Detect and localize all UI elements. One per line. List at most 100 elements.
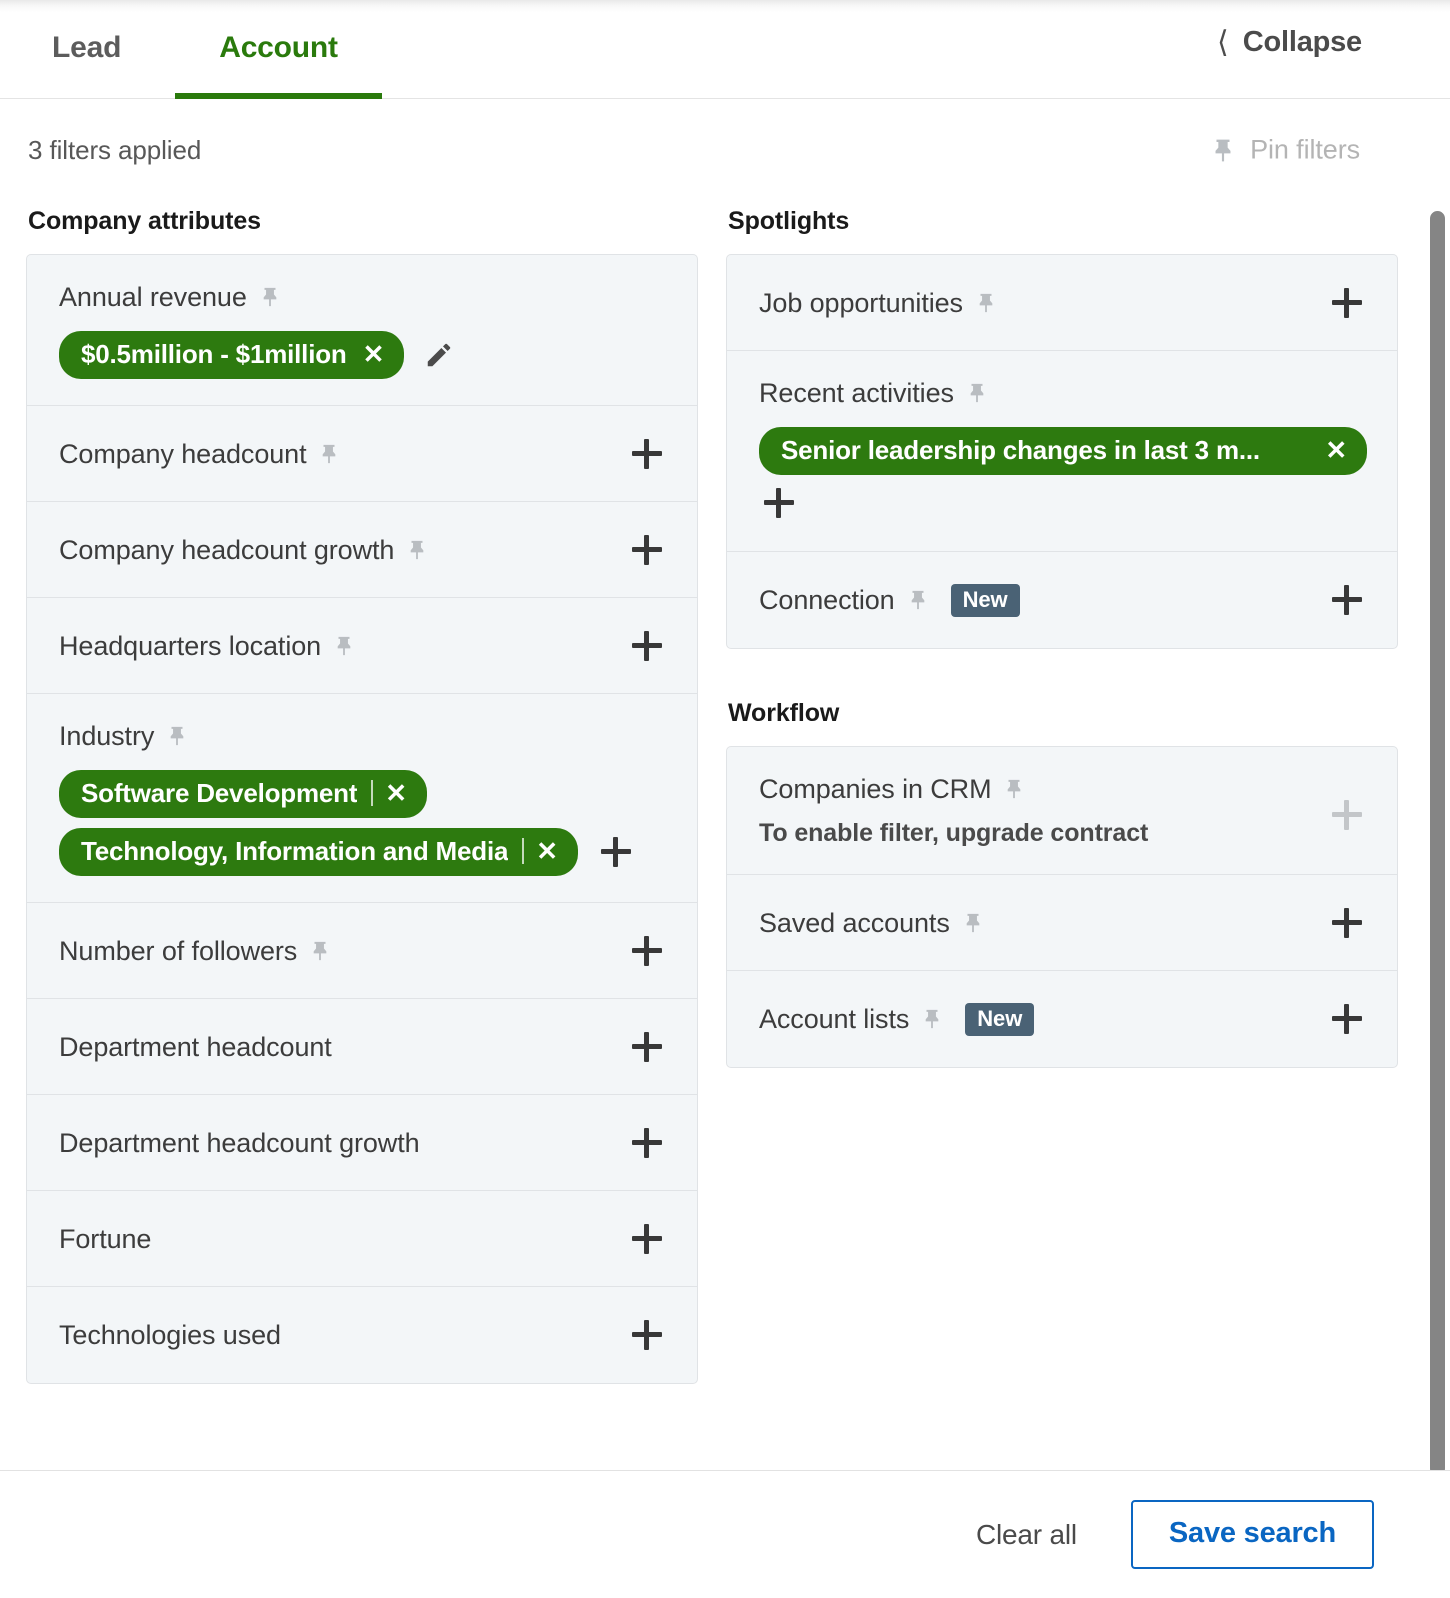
tab-lead[interactable]: Lead bbox=[52, 22, 121, 68]
filter-label-department-headcount: Department headcount bbox=[59, 1031, 332, 1062]
pin-icon bbox=[410, 540, 424, 559]
add-company-headcount-button[interactable] bbox=[625, 432, 669, 476]
companies-in-crm-upgrade-note: To enable filter, upgrade contract bbox=[759, 819, 1149, 847]
filter-label-number-of-followers: Number of followers bbox=[59, 935, 298, 966]
add-account-lists-button[interactable] bbox=[1325, 997, 1369, 1041]
company-attributes-column: Company attributes Annual revenue $0.5mi… bbox=[26, 201, 698, 1470]
filters-body: Company attributes Annual revenue $0.5mi… bbox=[0, 201, 1450, 1470]
filter-label-account-lists: Account lists bbox=[759, 1004, 910, 1034]
edit-annual-revenue-button[interactable] bbox=[418, 336, 460, 374]
pin-filters-button[interactable]: Pin filters bbox=[1210, 135, 1360, 166]
filter-row-department-headcount[interactable]: Department headcount bbox=[27, 999, 697, 1095]
save-search-button[interactable]: Save search bbox=[1130, 1500, 1374, 1569]
add-connection-button[interactable] bbox=[1325, 578, 1369, 622]
plus-icon bbox=[632, 1223, 662, 1254]
pin-icon bbox=[313, 941, 327, 960]
add-technologies-used-button[interactable] bbox=[625, 1313, 669, 1357]
pin-icon bbox=[1215, 139, 1231, 161]
add-department-headcount-button[interactable] bbox=[625, 1025, 669, 1069]
plus-icon bbox=[632, 534, 662, 565]
pill-label: Senior leadership changes in last 3 m... bbox=[781, 435, 1260, 465]
filter-label-connection: Connection bbox=[759, 585, 895, 615]
pin-icon bbox=[170, 726, 184, 746]
workflow-card: Companies in CRM To enable filter, upgra… bbox=[726, 746, 1398, 1068]
clear-all-button[interactable]: Clear all bbox=[958, 1511, 1095, 1559]
filter-row-technologies-used[interactable]: Technologies used bbox=[27, 1287, 697, 1383]
pill-industry-technology-information-media[interactable]: Technology, Information and Media ✕ bbox=[59, 828, 578, 876]
plus-icon bbox=[632, 438, 662, 469]
filter-row-connection[interactable]: Connection New bbox=[727, 552, 1397, 648]
filter-row-company-headcount[interactable]: Company headcount bbox=[27, 406, 697, 502]
spotlights-card: Job opportunities Recent activities Seni… bbox=[726, 254, 1398, 649]
industry-values: Software Development ✕ Technology, Infor… bbox=[59, 770, 667, 876]
filter-label-job-opportunities: Job opportunities bbox=[759, 287, 963, 318]
pill-label: Technology, Information and Media bbox=[81, 836, 509, 866]
pin-icon bbox=[263, 287, 277, 307]
add-number-of-followers-button[interactable] bbox=[625, 929, 669, 973]
add-saved-accounts-button[interactable] bbox=[1325, 901, 1369, 945]
filter-panel: Lead Account ⟨ Collapse 3 filters applie… bbox=[0, 0, 1450, 1598]
pill-remove-icon[interactable]: ✕ bbox=[385, 780, 407, 806]
add-recent-activities-button[interactable] bbox=[757, 481, 801, 525]
filter-row-recent-activities[interactable]: Recent activities Senior leadership chan… bbox=[727, 351, 1397, 552]
filter-row-fortune[interactable]: Fortune bbox=[27, 1191, 697, 1287]
pill-industry-software-development[interactable]: Software Development ✕ bbox=[59, 770, 427, 818]
filter-label-saved-accounts: Saved accounts bbox=[759, 907, 950, 938]
add-fortune-button[interactable] bbox=[625, 1217, 669, 1261]
new-badge: New bbox=[950, 583, 1020, 617]
plus-icon bbox=[632, 1031, 662, 1062]
spotlights-title: Spotlights bbox=[728, 207, 850, 235]
add-industry-button[interactable] bbox=[594, 830, 638, 874]
filter-label-recent-activities: Recent activities bbox=[759, 378, 954, 408]
filters-scrollbar[interactable] bbox=[1426, 201, 1448, 1470]
filter-row-saved-accounts[interactable]: Saved accounts bbox=[727, 875, 1397, 971]
pill-remove-icon[interactable]: ✕ bbox=[1325, 437, 1347, 463]
filter-row-department-headcount-growth[interactable]: Department headcount growth bbox=[27, 1095, 697, 1191]
filter-row-headquarters-location[interactable]: Headquarters location bbox=[27, 598, 697, 694]
plus-icon bbox=[1332, 585, 1362, 615]
filter-label-annual-revenue: Annual revenue bbox=[59, 282, 247, 312]
filter-row-account-lists[interactable]: Account lists New bbox=[727, 971, 1397, 1067]
filter-row-company-headcount-growth[interactable]: Company headcount growth bbox=[27, 502, 697, 598]
workflow-title: Workflow bbox=[728, 699, 840, 727]
filter-row-annual-revenue[interactable]: Annual revenue $0.5million - $1million ✕ bbox=[27, 255, 697, 406]
filter-label-technologies-used: Technologies used bbox=[59, 1320, 281, 1350]
filter-label-company-headcount: Company headcount bbox=[59, 438, 307, 469]
filters-applied-count: 3 filters applied bbox=[28, 134, 202, 165]
scrollbar-thumb[interactable] bbox=[1430, 211, 1445, 1470]
pill-remove-icon[interactable]: ✕ bbox=[363, 341, 385, 367]
filter-row-job-opportunities[interactable]: Job opportunities bbox=[727, 255, 1397, 351]
tab-bar: Lead Account bbox=[0, 22, 382, 99]
pin-icon bbox=[1008, 779, 1021, 799]
add-job-opportunities-button[interactable] bbox=[1325, 281, 1369, 325]
pin-icon bbox=[966, 913, 980, 932]
pill-annual-revenue[interactable]: $0.5million - $1million ✕ bbox=[59, 331, 405, 379]
pill-remove-icon[interactable]: ✕ bbox=[536, 838, 558, 864]
add-department-headcount-growth-button[interactable] bbox=[625, 1121, 669, 1165]
pill-label: Software Development bbox=[81, 778, 358, 808]
plus-icon bbox=[632, 1320, 662, 1350]
add-headquarters-location-button[interactable] bbox=[625, 624, 669, 668]
filter-label-fortune: Fortune bbox=[59, 1223, 152, 1254]
plus-icon bbox=[1332, 907, 1362, 938]
filter-row-companies-in-crm: Companies in CRM To enable filter, upgra… bbox=[727, 747, 1397, 875]
tab-account[interactable]: Account bbox=[175, 22, 382, 99]
filter-label-companies-in-crm: Companies in CRM bbox=[759, 774, 992, 804]
filter-row-industry[interactable]: Industry Software Development ✕ Technolo… bbox=[27, 694, 697, 903]
plus-icon bbox=[632, 1127, 662, 1158]
plus-icon bbox=[1332, 287, 1362, 318]
panel-footer: Clear all Save search bbox=[0, 1470, 1450, 1598]
filter-label-industry: Industry bbox=[59, 721, 155, 751]
add-company-headcount-growth-button[interactable] bbox=[625, 528, 669, 572]
pin-icon bbox=[979, 293, 993, 312]
plus-icon bbox=[632, 935, 662, 966]
pill-label: $0.5million - $1million bbox=[81, 339, 347, 369]
pill-senior-leadership-changes[interactable]: Senior leadership changes in last 3 m...… bbox=[759, 427, 1367, 475]
pin-icon bbox=[911, 590, 924, 610]
plus-icon bbox=[600, 837, 631, 867]
annual-revenue-values: $0.5million - $1million ✕ bbox=[59, 331, 667, 379]
pin-icon bbox=[925, 1009, 939, 1029]
collapse-button[interactable]: ⟨ Collapse bbox=[1217, 26, 1362, 59]
filters-meta-bar: 3 filters applied Pin filters bbox=[0, 99, 1450, 201]
filter-row-number-of-followers[interactable]: Number of followers bbox=[27, 903, 697, 999]
